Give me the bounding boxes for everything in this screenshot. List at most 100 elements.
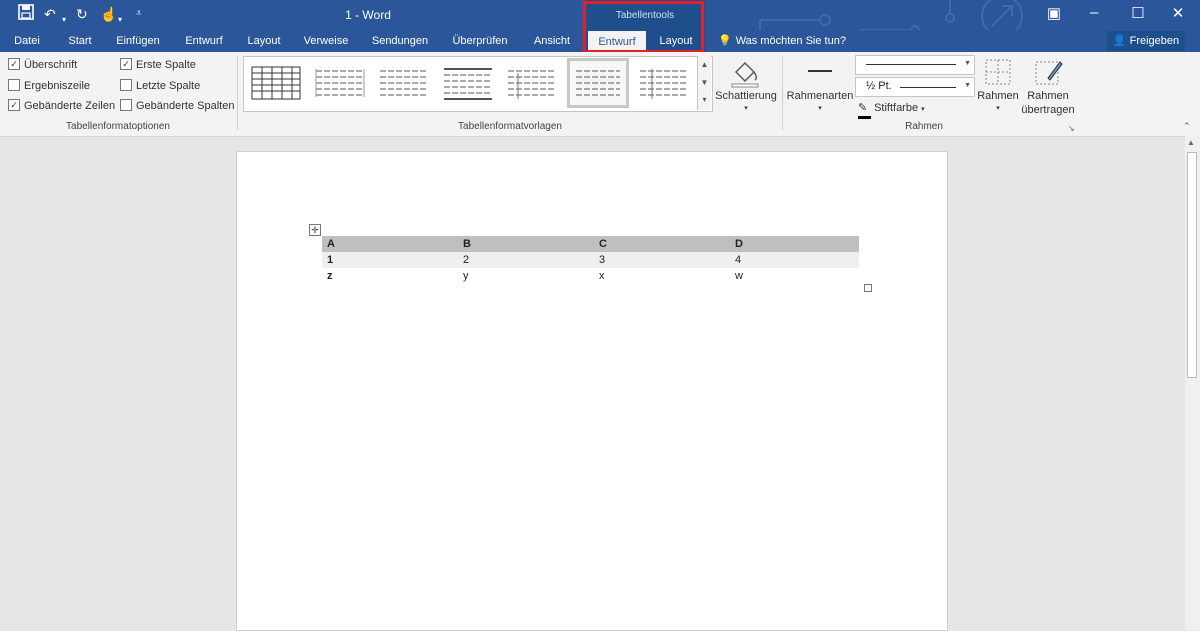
table-cell[interactable]: D [730,236,859,252]
checkbox-banded-rows[interactable]: ✓ Gebänderte Zeilen [8,98,115,114]
borders-label[interactable]: Rahmen [974,90,1022,102]
checkbox-header-row[interactable]: ✓ Überschrift [8,57,77,73]
maximize-button[interactable]: ☐ [1118,4,1158,22]
tab-ueberpruefen[interactable]: Überprüfen [446,30,514,52]
share-label: Freigeben [1129,35,1180,47]
table-cell[interactable]: 2 [458,252,594,268]
group-label-table-styles: Tabellenformatvorlagen [458,121,562,132]
checkbox-label: Letzte Spalte [136,80,201,92]
checkbox-label: Überschrift [24,59,78,71]
lightbulb-icon: 💡 [718,35,732,47]
line-style-preview [866,64,956,65]
table-cell[interactable]: z [322,268,458,284]
shading-label[interactable]: Schattierung [715,90,777,102]
group-separator [782,56,783,130]
document-page[interactable] [236,151,948,631]
pen-icon: ✎ [858,100,871,119]
tab-einfuegen[interactable]: Einfügen [110,30,166,52]
checkbox-checked-icon: ✓ [120,58,132,71]
table-cell[interactable]: w [730,268,859,284]
checkbox-last-column[interactable]: Letzte Spalte [120,78,200,94]
collapse-ribbon-icon[interactable]: ⌃ [1183,121,1191,132]
checkbox-label: Erste Spalte [136,59,196,71]
table-cell[interactable]: 4 [730,252,859,268]
table-move-handle-icon[interactable]: ✛ [309,224,321,236]
table-style-first-col[interactable] [504,61,560,105]
line-weight-dropdown[interactable]: ½ Pt. ▼ [855,77,975,97]
person-icon: 👤 [1112,35,1127,47]
line-weight-value: ½ Pt. [866,80,892,92]
gallery-scroll[interactable]: ▲ ▼ ▾ [697,56,711,110]
checkbox-first-column[interactable]: ✓ Erste Spalte [120,57,196,73]
checkbox-checked-icon: ✓ [8,58,20,71]
document-table[interactable]: A B C D 1 2 3 4 z y x w [322,236,859,284]
group-separator [237,56,238,130]
checkbox-label: Gebänderte Zeilen [24,100,116,112]
checkbox-empty-icon [8,79,20,92]
chevron-down-icon[interactable]: ▼ [698,74,711,92]
table-style-selected[interactable] [567,58,629,108]
borders-dropdown-icon[interactable]: ▾ [992,104,1004,112]
line-weight-preview [900,87,956,88]
chevron-up-icon[interactable]: ▲ [698,56,711,74]
tab-verweise[interactable]: Verweise [298,30,354,52]
tell-me-search[interactable]: 💡 Was möchten Sie tun? [718,30,846,52]
tell-me-label: Was möchten Sie tun? [735,35,846,47]
checkbox-checked-icon: ✓ [8,99,20,112]
line-style-dropdown[interactable]: ▼ [855,55,975,75]
scroll-up-icon[interactable]: ▲ [1187,138,1195,147]
tab-sendungen[interactable]: Sendungen [366,30,434,52]
table-resize-handle[interactable] [864,284,872,292]
table-cell[interactable]: A [322,236,458,252]
border-painter-label-1[interactable]: Rahmen [1020,90,1076,102]
table-style-plain[interactable] [312,61,368,105]
chevron-down-icon: ▼ [964,82,971,89]
group-label-table-style-options: Tabellenformatoptionen [66,121,170,132]
tab-entwurf-main[interactable]: Entwurf [178,30,230,52]
ribbon-display-options-icon[interactable]: ▣ [1034,4,1074,22]
borders-grid-icon[interactable] [984,58,1012,86]
scrollbar-thumb[interactable] [1187,152,1197,378]
table-row: 1 2 3 4 [322,252,859,268]
table-cell[interactable]: C [594,236,730,252]
border-styles-label[interactable]: Rahmenarten [786,90,854,102]
table-style-plain-2[interactable] [376,61,432,105]
checkbox-label: Gebänderte Spalten [136,100,235,112]
tab-start[interactable]: Start [57,30,103,52]
chevron-down-icon: ▾ [921,106,925,113]
tab-datei[interactable]: Datei [0,30,54,52]
table-cell[interactable]: x [594,268,730,284]
minimize-button[interactable]: – [1074,4,1114,21]
table-style-column-lines[interactable] [636,61,692,105]
table-row: A B C D [322,236,859,252]
paint-bucket-icon[interactable] [728,58,762,88]
checkbox-empty-icon [120,79,132,92]
tab-layout-main[interactable]: Layout [240,30,288,52]
table-style-lines[interactable] [440,61,496,105]
gallery-more-icon[interactable]: ▾ [698,92,711,108]
dialog-launcher-icon[interactable]: ↘ [1068,124,1075,133]
border-styles-dropdown-icon[interactable]: ▾ [814,104,826,112]
checkbox-banded-columns[interactable]: Gebänderte Spalten [120,98,234,114]
table-cell[interactable]: 3 [594,252,730,268]
table-cell[interactable]: y [458,268,594,284]
close-button[interactable]: ✕ [1158,4,1198,22]
table-cell[interactable]: B [458,236,594,252]
border-painter-label-2[interactable]: übertragen [1018,104,1078,116]
border-style-line-icon[interactable] [808,70,832,72]
group-label-borders: Rahmen [905,121,943,132]
checkbox-total-row[interactable]: Ergebniszeile [8,78,90,94]
border-painter-icon[interactable] [1034,58,1064,86]
table-style-grid[interactable] [248,61,304,105]
share-button[interactable]: 👤 Freigeben [1107,31,1185,51]
checkbox-empty-icon [120,99,132,112]
pen-color-label: Stiftfarbe [874,102,919,114]
tab-ansicht[interactable]: Ansicht [526,30,578,52]
pen-color-button[interactable]: ✎ Stiftfarbe ▾ [858,100,925,119]
table-row: z y x w [322,268,859,284]
shading-dropdown-icon[interactable]: ▾ [740,104,752,112]
checkbox-label: Ergebniszeile [24,80,91,92]
table-cell[interactable]: 1 [322,252,458,268]
chevron-down-icon: ▼ [964,60,971,67]
highlight-frame [583,1,704,53]
